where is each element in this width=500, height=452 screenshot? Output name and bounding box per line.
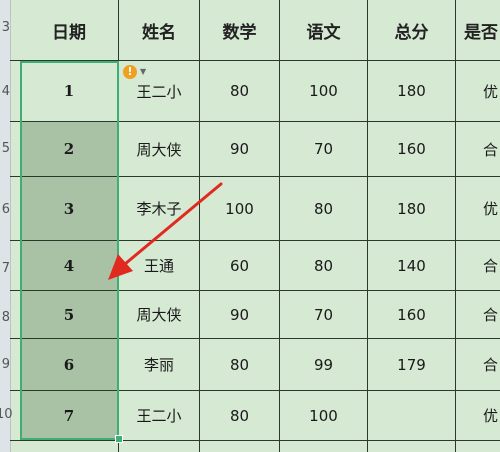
cell-status[interactable]: 合 bbox=[456, 241, 500, 290]
cell-math[interactable]: 60 bbox=[200, 241, 279, 290]
cell-name[interactable]: 李丽 bbox=[119, 339, 199, 390]
header-math[interactable]: 数学 bbox=[200, 0, 279, 60]
grid-line bbox=[10, 440, 500, 441]
cell-status[interactable]: 合 bbox=[456, 339, 500, 390]
cell-name[interactable]: 李木子 bbox=[119, 177, 199, 240]
cell-name[interactable]: 王通 bbox=[119, 241, 199, 290]
cell-chinese[interactable]: 100 bbox=[280, 61, 367, 121]
cell-chinese[interactable]: 99 bbox=[280, 339, 367, 390]
cell-total[interactable]: 140 bbox=[368, 241, 455, 290]
row-number[interactable]: 6 bbox=[0, 203, 10, 217]
row-number[interactable]: 4 bbox=[0, 85, 10, 99]
cell-status[interactable]: 优 bbox=[456, 61, 500, 121]
row-number[interactable]: 7 bbox=[0, 262, 10, 276]
fill-handle[interactable] bbox=[115, 435, 123, 443]
cell-status[interactable]: 合 bbox=[456, 122, 500, 176]
error-check-tag[interactable]: ! ▼ bbox=[123, 64, 153, 79]
header-total[interactable]: 总分 bbox=[368, 0, 455, 60]
cell-math[interactable]: 90 bbox=[200, 291, 279, 338]
cell-chinese[interactable]: 70 bbox=[280, 291, 367, 338]
cell-total[interactable]: 179 bbox=[368, 339, 455, 390]
row-number[interactable]: 5 bbox=[0, 142, 10, 156]
cell-total[interactable]: 180 bbox=[368, 61, 455, 121]
header-date[interactable]: 日期 bbox=[20, 0, 118, 60]
row-number[interactable]: 3 bbox=[0, 21, 10, 35]
cell-math[interactable]: 100 bbox=[200, 177, 279, 240]
cell-math[interactable]: 80 bbox=[200, 61, 279, 121]
row-number[interactable]: 10 bbox=[0, 408, 13, 422]
selection-range[interactable] bbox=[20, 61, 119, 440]
cell-math[interactable]: 90 bbox=[200, 122, 279, 176]
chevron-down-icon[interactable]: ▼ bbox=[140, 67, 146, 76]
row-number[interactable]: 8 bbox=[0, 311, 10, 325]
cell-name[interactable]: 周大侠 bbox=[119, 291, 199, 338]
cell-chinese[interactable]: 80 bbox=[280, 177, 367, 240]
cell-chinese[interactable]: 80 bbox=[280, 241, 367, 290]
cell-total[interactable]: 160 bbox=[368, 122, 455, 176]
row-number[interactable]: 9 bbox=[0, 358, 10, 372]
cell-total[interactable]: 160 bbox=[368, 291, 455, 338]
cell-status[interactable]: 合 bbox=[456, 291, 500, 338]
cell-chinese[interactable]: 70 bbox=[280, 122, 367, 176]
cell-status[interactable]: 优 bbox=[456, 391, 500, 440]
cell-total[interactable]: 180 bbox=[368, 177, 455, 240]
header-status[interactable]: 是否 bbox=[456, 0, 500, 60]
header-name[interactable]: 姓名 bbox=[119, 0, 199, 60]
exclamation-icon: ! bbox=[123, 64, 137, 79]
cell-status[interactable]: 优 bbox=[456, 177, 500, 240]
cell-total[interactable] bbox=[368, 391, 455, 440]
cell-name[interactable]: 周大侠 bbox=[119, 122, 199, 176]
cell-name[interactable]: 王二小 bbox=[119, 391, 199, 440]
row-header-column bbox=[0, 0, 11, 452]
header-chinese[interactable]: 语文 bbox=[280, 0, 367, 60]
cell-math[interactable]: 80 bbox=[200, 339, 279, 390]
cell-chinese[interactable]: 100 bbox=[280, 391, 367, 440]
cell-math[interactable]: 80 bbox=[200, 391, 279, 440]
